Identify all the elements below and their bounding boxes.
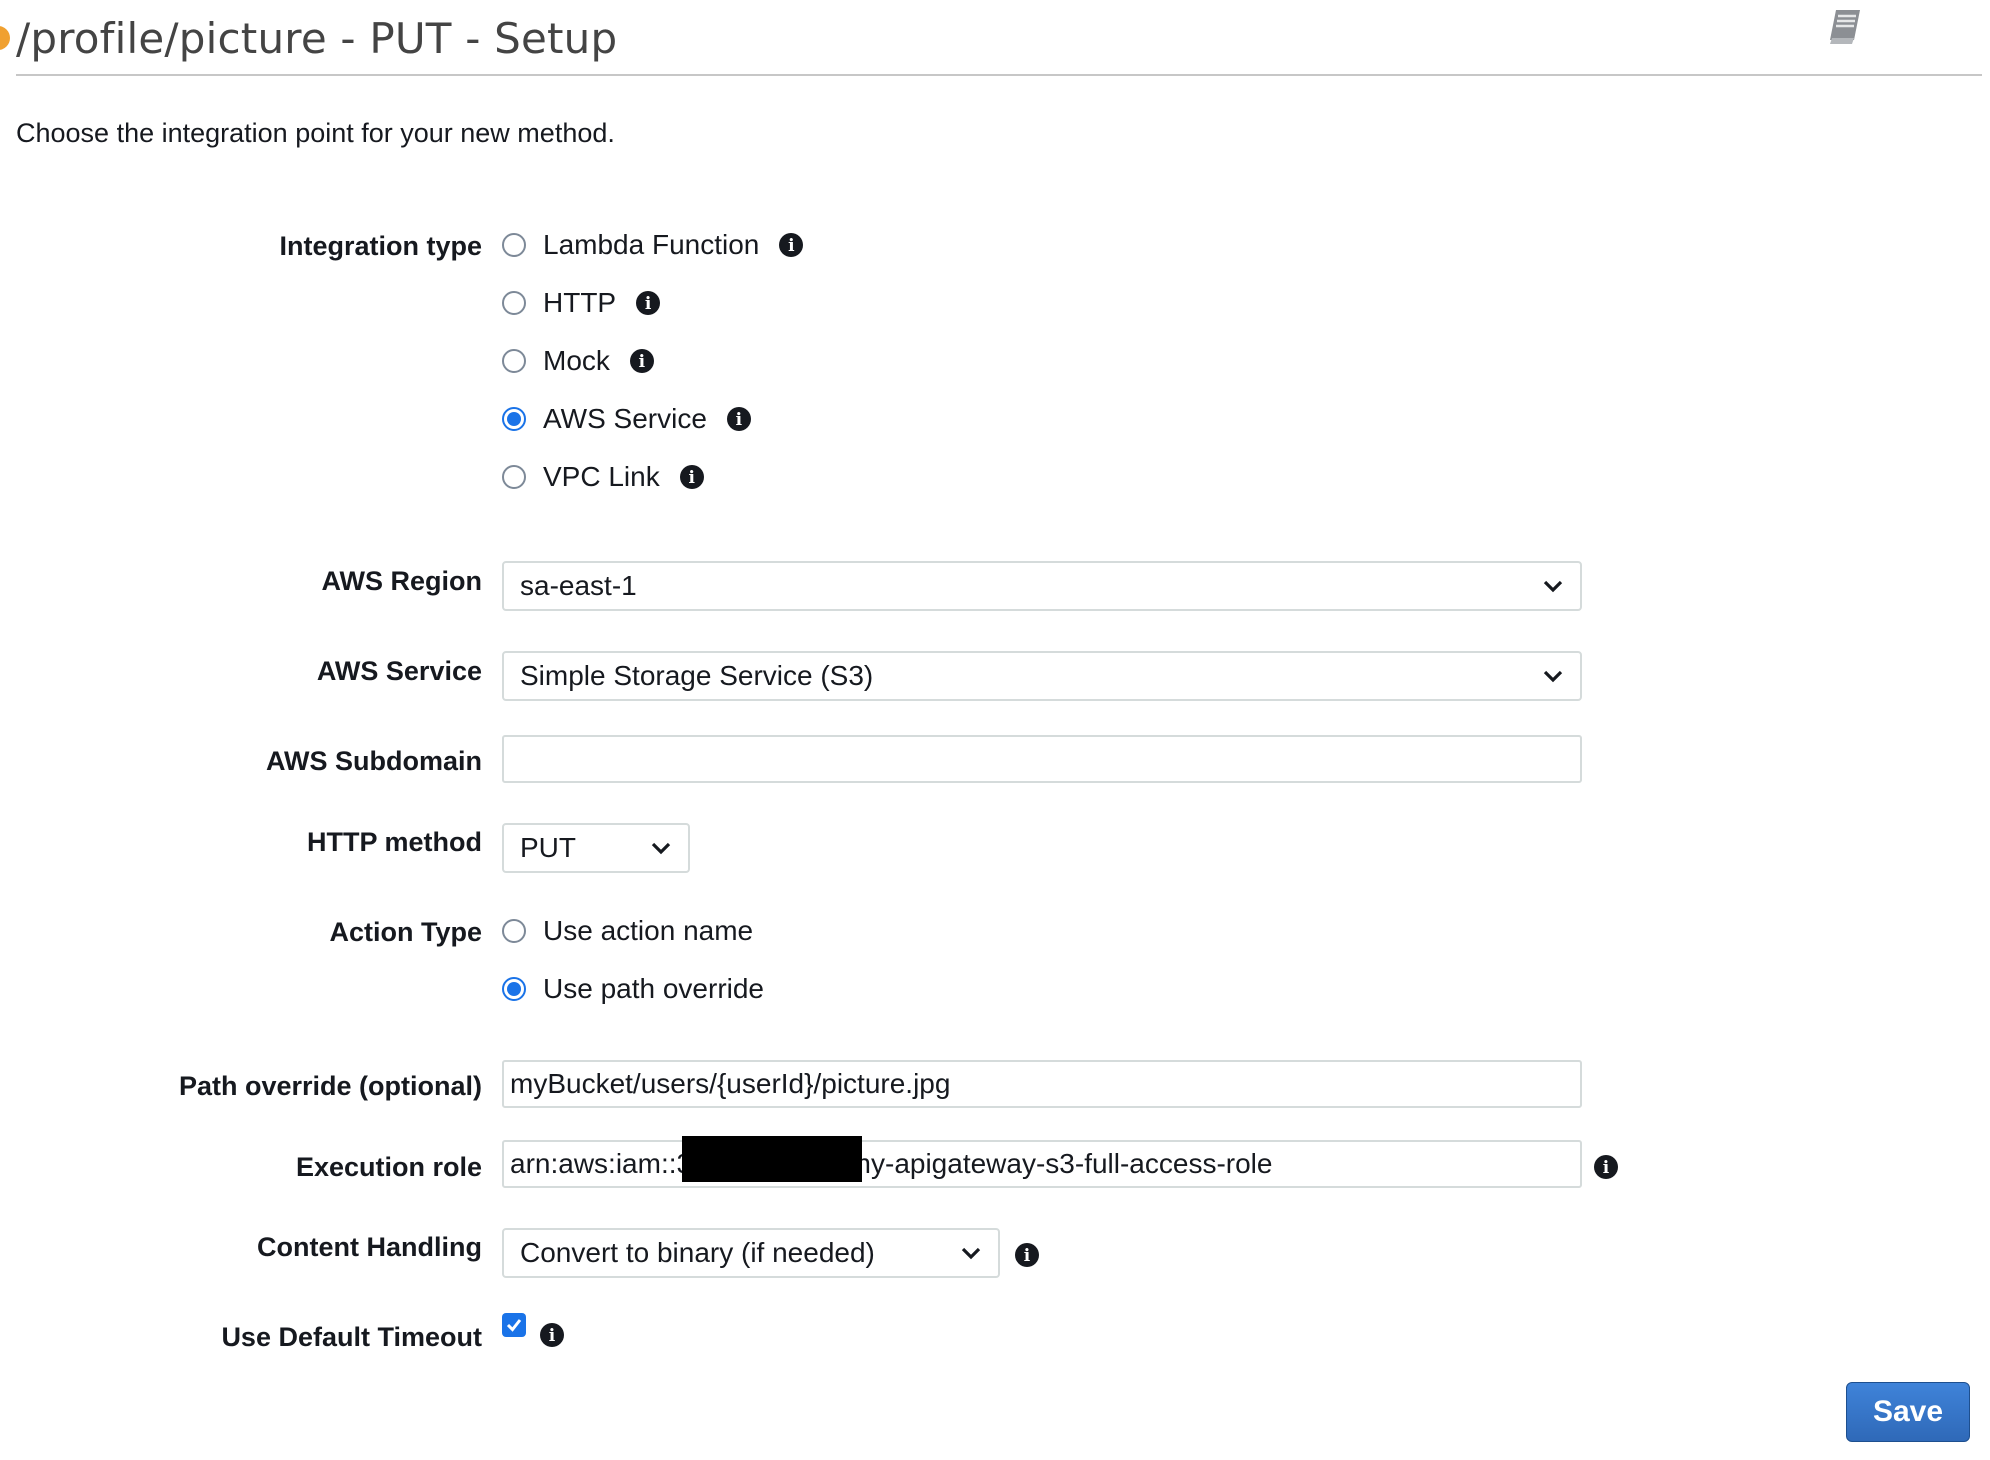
aws-service-label: AWS Service [316, 656, 482, 686]
execution-role-label: Execution role [295, 1152, 482, 1182]
http-method-label: HTTP method [307, 827, 482, 857]
info-icon[interactable]: i [1015, 1243, 1039, 1267]
title-divider [16, 74, 1982, 76]
aws-subdomain-input[interactable] [502, 735, 1582, 783]
aws-region-select[interactable]: sa-east-1 [502, 561, 1582, 611]
action-type-label: Action Type [329, 917, 482, 947]
info-icon[interactable]: i [1594, 1155, 1618, 1179]
radio-button[interactable] [502, 919, 526, 943]
default-timeout-label: Use Default Timeout [221, 1322, 482, 1352]
status-dot-icon [0, 26, 10, 50]
http-method-value: PUT [520, 832, 576, 863]
radio-label: Lambda Function [543, 229, 760, 260]
radio-label: VPC Link [543, 461, 660, 492]
radio-use-action-name[interactable]: Use action name [502, 911, 753, 951]
save-button[interactable]: Save [1846, 1382, 1970, 1442]
http-method-select[interactable]: PUT [502, 823, 690, 873]
radio-http[interactable]: HTTP i [502, 283, 661, 323]
documentation-book-icon[interactable] [1824, 4, 1868, 48]
radio-use-path-override[interactable]: Use path override [502, 969, 764, 1009]
aws-service-value: Simple Storage Service (S3) [520, 660, 874, 691]
integration-type-label: Integration type [279, 231, 482, 261]
info-icon[interactable]: i [726, 407, 751, 431]
aws-subdomain-label: AWS Subdomain [266, 746, 482, 776]
path-override-input[interactable] [502, 1060, 1582, 1108]
redaction-box [682, 1136, 862, 1182]
radio-button[interactable] [502, 291, 526, 315]
radio-label: Use path override [543, 973, 765, 1004]
radio-label: Use action name [543, 915, 754, 946]
radio-button-selected[interactable] [502, 407, 526, 431]
chevron-down-icon [961, 1247, 981, 1260]
radio-button[interactable] [502, 349, 526, 373]
page-title: /profile/picture - PUT - Setup [16, 14, 618, 63]
info-icon[interactable]: i [540, 1323, 564, 1347]
radio-label: AWS Service [543, 403, 707, 434]
checkmark-icon [506, 1319, 522, 1332]
aws-region-label: AWS Region [321, 566, 483, 596]
aws-service-select[interactable]: Simple Storage Service (S3) [502, 651, 1582, 701]
radio-button-selected[interactable] [502, 977, 526, 1001]
intro-text: Choose the integration point for your ne… [16, 118, 615, 148]
content-handling-label: Content Handling [257, 1232, 482, 1262]
content-handling-select[interactable]: Convert to binary (if needed) [502, 1228, 1000, 1278]
info-icon[interactable]: i [636, 291, 661, 315]
chevron-down-icon [1543, 580, 1563, 593]
radio-mock[interactable]: Mock i [502, 341, 654, 381]
execution-role-input[interactable] [502, 1140, 1582, 1188]
info-icon[interactable]: i [629, 349, 654, 373]
aws-region-value: sa-east-1 [520, 570, 637, 601]
radio-button[interactable] [502, 465, 526, 489]
chevron-down-icon [1543, 670, 1563, 683]
radio-lambda-function[interactable]: Lambda Function i [502, 225, 804, 265]
radio-label: HTTP [543, 287, 617, 318]
info-icon[interactable]: i [779, 233, 804, 257]
radio-label: Mock [543, 345, 610, 376]
radio-button[interactable] [502, 233, 526, 257]
info-icon[interactable]: i [679, 465, 704, 489]
default-timeout-checkbox[interactable] [502, 1313, 526, 1337]
path-override-label: Path override (optional) [178, 1071, 482, 1101]
content-handling-value: Convert to binary (if needed) [520, 1237, 875, 1268]
chevron-down-icon [651, 842, 671, 855]
radio-vpc-link[interactable]: VPC Link i [502, 457, 704, 497]
radio-aws-service[interactable]: AWS Service i [502, 399, 751, 439]
